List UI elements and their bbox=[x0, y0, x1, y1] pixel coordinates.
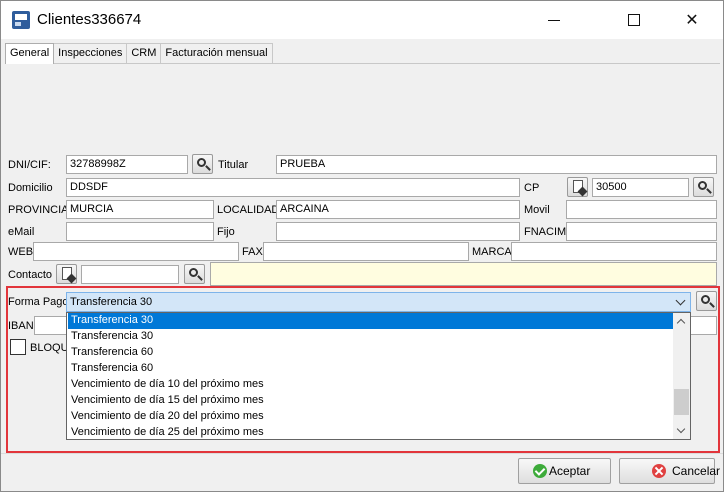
contacto-info-field bbox=[210, 262, 717, 286]
fnacim-label: FNACIM bbox=[524, 226, 567, 238]
contacto-lookup-button[interactable] bbox=[56, 264, 77, 284]
document-icon bbox=[62, 267, 72, 280]
maximize-icon bbox=[628, 14, 640, 26]
check-icon bbox=[533, 464, 547, 478]
localidad-field[interactable]: ARCAINA bbox=[276, 200, 520, 219]
dropdown-scrollbar[interactable] bbox=[673, 313, 690, 439]
forma-pago-select[interactable]: Transferencia 30 bbox=[66, 292, 691, 312]
scroll-thumb[interactable] bbox=[674, 389, 689, 415]
dropdown-option[interactable]: Vencimiento de día 20 del próximo mes bbox=[68, 409, 674, 425]
contacto-search-button[interactable] bbox=[184, 264, 205, 284]
search-icon bbox=[197, 158, 206, 167]
client-window: Clientes336674 ✕ General Inspecciones CR… bbox=[0, 0, 724, 492]
accept-button[interactable]: Aceptar bbox=[518, 458, 611, 484]
titular-label: Titular bbox=[218, 159, 249, 171]
search-icon bbox=[698, 181, 707, 190]
fax-label: FAX bbox=[242, 246, 263, 258]
document-icon bbox=[573, 180, 583, 193]
dropdown-option[interactable]: Transferencia 30 bbox=[68, 313, 674, 329]
movil-label: Movil bbox=[524, 204, 550, 216]
contacto-label: Contacto bbox=[8, 269, 53, 281]
tab-inspecciones[interactable]: Inspecciones bbox=[53, 43, 128, 63]
footer-bar: Aceptar Cancelar bbox=[1, 453, 723, 491]
marca-label: MARCA bbox=[472, 246, 512, 258]
localidad-label: LOCALIDAD bbox=[217, 204, 280, 216]
fnacim-field[interactable] bbox=[566, 222, 717, 241]
iban-label: IBAN bbox=[8, 320, 34, 332]
cp-search-button[interactable] bbox=[693, 177, 714, 197]
dni-field[interactable]: 32788998Z bbox=[66, 155, 188, 174]
maximize-button[interactable] bbox=[611, 1, 657, 39]
dropdown-option[interactable]: Transferencia 60 bbox=[68, 361, 674, 377]
email-label: eMail bbox=[8, 226, 35, 238]
cancel-label: Cancelar bbox=[672, 464, 721, 478]
scroll-up-icon[interactable] bbox=[673, 313, 690, 330]
search-icon bbox=[701, 295, 710, 304]
iban-field-end[interactable] bbox=[690, 316, 717, 335]
domicilio-field[interactable]: DDSDF bbox=[66, 178, 520, 197]
marca-field[interactable] bbox=[511, 242, 717, 261]
tab-facturacion-mensual[interactable]: Facturación mensual bbox=[160, 43, 273, 63]
dropdown-option[interactable]: Vencimiento de día 25 del próximo mes bbox=[68, 425, 674, 439]
dni-label: DNI/CIF: bbox=[8, 159, 51, 171]
titular-field[interactable]: PRUEBA bbox=[276, 155, 717, 174]
movil-field[interactable] bbox=[566, 200, 717, 219]
forma-pago-dropdown-list: Transferencia 30 Transferencia 30 Transf… bbox=[66, 312, 691, 440]
domicilio-label: Domicilio bbox=[8, 182, 53, 194]
close-icon: ✕ bbox=[685, 12, 699, 29]
cp-field[interactable]: 30500 bbox=[592, 178, 689, 197]
minimize-button[interactable] bbox=[531, 1, 577, 39]
forma-pago-selected: Transferencia 30 bbox=[70, 296, 153, 308]
dropdown-option[interactable]: Transferencia 60 bbox=[68, 345, 674, 361]
minimize-icon bbox=[548, 19, 560, 21]
tab-bar: General Inspecciones CRM Facturación men… bbox=[5, 43, 273, 64]
provincia-label: PROVINCIA bbox=[8, 204, 69, 216]
email-field[interactable] bbox=[66, 222, 214, 241]
tab-general[interactable]: General bbox=[5, 43, 55, 64]
iban-field[interactable] bbox=[34, 316, 68, 335]
close-button[interactable]: ✕ bbox=[669, 1, 715, 39]
web-label: WEB bbox=[8, 246, 34, 258]
cancel-icon bbox=[652, 464, 666, 478]
scroll-down-icon[interactable] bbox=[673, 422, 690, 439]
forma-pago-search-button[interactable] bbox=[696, 291, 717, 311]
dni-search-button[interactable] bbox=[192, 154, 213, 174]
fijo-label: Fijo bbox=[217, 226, 235, 238]
dropdown-option[interactable]: Vencimiento de día 15 del próximo mes bbox=[68, 393, 674, 409]
web-field[interactable] bbox=[33, 242, 239, 261]
chevron-down-icon[interactable] bbox=[675, 295, 686, 306]
dropdown-option[interactable]: Vencimiento de día 10 del próximo mes bbox=[68, 377, 674, 393]
app-icon bbox=[12, 11, 30, 29]
bloqueado-checkbox[interactable] bbox=[10, 339, 26, 355]
search-icon bbox=[189, 268, 198, 277]
fax-field[interactable] bbox=[263, 242, 469, 261]
cancel-button[interactable]: Cancelar bbox=[619, 458, 720, 484]
dropdown-option[interactable]: Transferencia 30 bbox=[68, 329, 674, 345]
contacto-field[interactable] bbox=[81, 265, 179, 284]
forma-pago-label: Forma Pago bbox=[8, 296, 69, 308]
accept-label: Aceptar bbox=[549, 464, 591, 478]
window-title: Clientes336674 bbox=[37, 11, 142, 28]
cp-label: CP bbox=[524, 182, 540, 194]
cp-lookup-button[interactable] bbox=[567, 177, 588, 197]
provincia-field[interactable]: MURCIA bbox=[66, 200, 214, 219]
tab-crm[interactable]: CRM bbox=[126, 43, 162, 63]
title-bar: Clientes336674 ✕ bbox=[1, 1, 723, 39]
fijo-field[interactable] bbox=[276, 222, 520, 241]
